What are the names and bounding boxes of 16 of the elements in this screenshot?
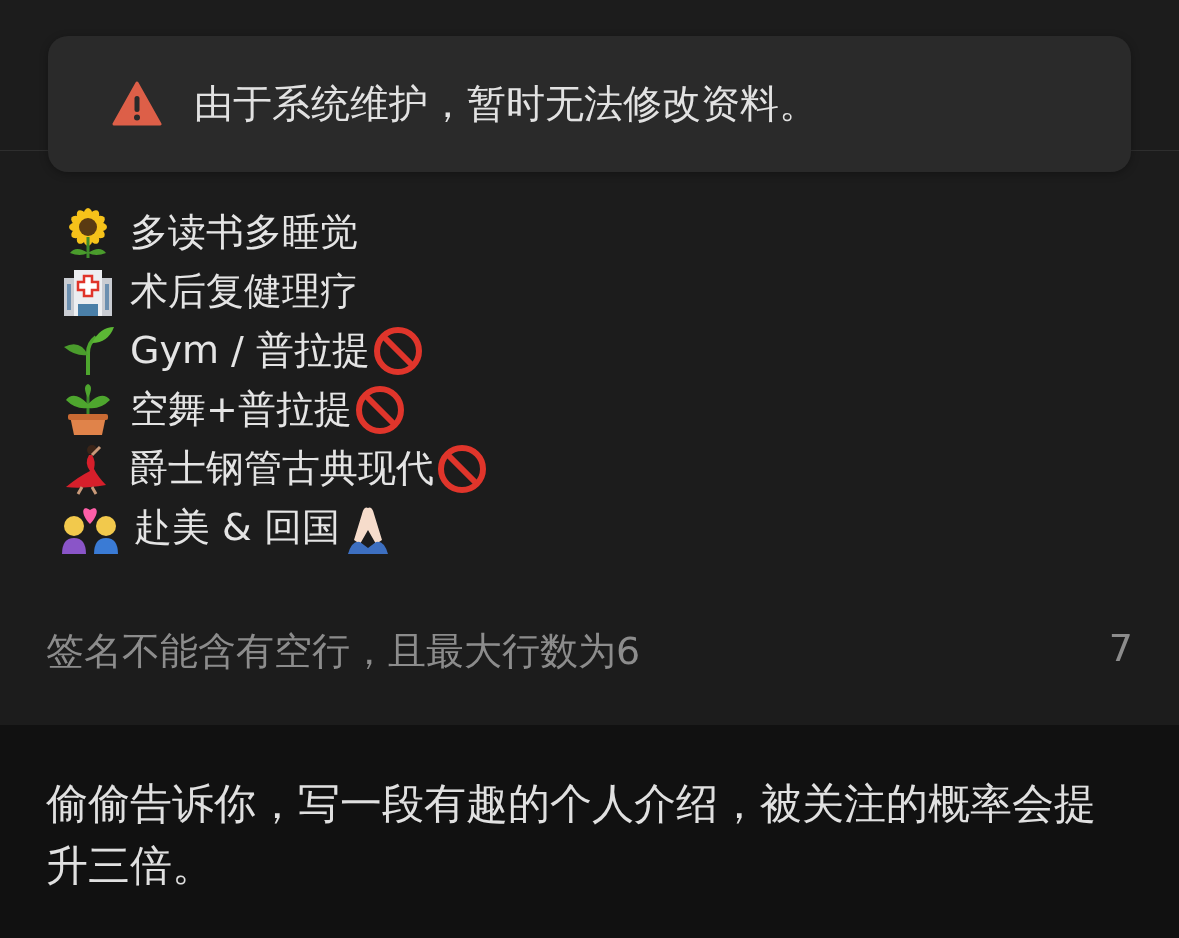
warning-icon xyxy=(112,79,162,129)
prohibited-icon xyxy=(353,383,406,436)
prohibited-icon xyxy=(436,442,488,495)
notice-text: 由于系统维护，暂时无法修改资料。 xyxy=(194,80,818,128)
prohibited-icon xyxy=(371,324,424,377)
signature-line: Gym / 普拉提 xyxy=(130,327,370,374)
signature-line: 多读书多睡觉 xyxy=(130,209,358,256)
line-count: 7 xyxy=(1108,626,1133,672)
signature-line: 空舞+普拉提 xyxy=(130,386,352,433)
signature-line: 术后复健理疗 xyxy=(130,268,358,315)
tip-text: 偷偷告诉你，写一段有趣的个人介绍，被关注的概率会提升三倍。 xyxy=(46,778,1097,892)
signature-field[interactable]: 多读书多睡觉 术后复健理疗 Gym / 普拉提 空舞+普拉提 爵士钢管古典现代 赴美 & 回国 xyxy=(62,203,1133,557)
signature-line: 爵士钢管古典现代 xyxy=(130,445,434,492)
seedling-icon xyxy=(62,324,114,377)
hint-text: 签名不能含有空行，且最大行数为6 xyxy=(46,628,641,675)
signature-line: 赴美 & 回国 xyxy=(134,504,340,551)
